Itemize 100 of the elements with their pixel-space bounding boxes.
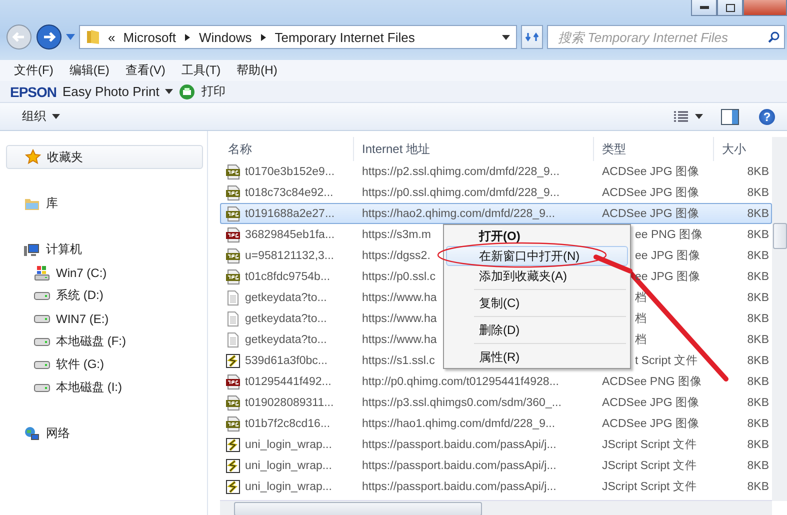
menu-item[interactable]: 工具(T): [173, 62, 229, 79]
breadcrumb[interactable]: Microsoft: [123, 30, 176, 44]
size-text: 8KB: [747, 228, 769, 240]
file-name: t019028089311...: [245, 396, 334, 408]
script-file-icon: [225, 436, 241, 452]
type-text: ee PNG 图像: [635, 229, 704, 241]
view-options-icon[interactable]: [673, 110, 689, 122]
menu-item[interactable]: 查看(V): [117, 62, 174, 79]
image-file-icon: [225, 226, 241, 242]
menu-item[interactable]: 帮助(H): [228, 62, 286, 79]
navigation-item[interactable]: Win7 (C:): [0, 261, 207, 284]
file-name: t01b7f2c8cd16...: [245, 418, 330, 430]
size-text: 8KB: [747, 460, 769, 472]
file-name[interactable]: getkeydata?to...: [245, 292, 327, 304]
file-name[interactable]: t01c8fdc9754b...: [245, 270, 330, 282]
navigation-item[interactable]: 软件 (G:): [0, 353, 207, 376]
image-file-icon: [225, 394, 241, 410]
caret-icon[interactable]: [502, 34, 510, 40]
image-file-icon: [225, 248, 241, 264]
menu-item[interactable]: 在新窗口中打开(N): [446, 246, 628, 266]
drive-icon: [34, 292, 50, 300]
navigation-item[interactable]: 网络: [0, 422, 207, 445]
file-row[interactable]: t01b7f2c8cd16... https://hao1.qhimg.com/dmfd/228_9... ACDSee JPG 图像 8KB: [220, 413, 772, 434]
navigation-item[interactable]: 本地磁盘 (F:): [0, 330, 207, 353]
file-name[interactable]: 539d61a3f0bc...: [245, 354, 328, 366]
column-header[interactable]: 类型: [593, 137, 713, 161]
vertical-scrollbar[interactable]: [772, 137, 787, 501]
column-header[interactable]: 名称: [220, 137, 353, 161]
size-text: 8KB: [747, 396, 769, 408]
folder-icon: [86, 29, 100, 45]
navigation-item[interactable]: 计算机: [0, 238, 207, 261]
refresh-button[interactable]: [521, 25, 543, 49]
printer-icon[interactable]: [179, 84, 196, 100]
maximize-icon: [726, 4, 734, 12]
app-menu[interactable]: Easy Photo Print: [62, 84, 160, 99]
forward-button[interactable]: [36, 24, 62, 50]
menu-item[interactable]: 复制(C): [446, 293, 628, 313]
image-file-icon: [225, 206, 241, 222]
caret-icon[interactable]: [165, 89, 174, 94]
size-text: 8KB: [747, 480, 769, 492]
file-name[interactable]: getkeydata?to...: [245, 312, 327, 324]
search-field[interactable]: 搜索 Temporary Internet Files: [547, 25, 785, 49]
file-row[interactable]: t019028089311... https://p3.ssl.qhimgs0.com/sdm/360_... ACDSee JPG 图像 8KB: [220, 392, 772, 413]
history-dropdown-icon[interactable]: [66, 34, 75, 40]
document-icon: [225, 332, 241, 348]
type-text: 档: [635, 334, 647, 346]
menu-item[interactable]: 文件(F): [6, 62, 62, 79]
file-name[interactable]: 36829845eb1fa...: [245, 228, 335, 240]
url-text: https://p0.ssl.c: [362, 270, 436, 282]
column-header[interactable]: 大小: [713, 137, 770, 161]
maximize-button[interactable]: [717, 0, 743, 16]
breadcrumb[interactable]: Windows: [198, 30, 252, 44]
type-text: 档: [635, 313, 647, 325]
file-row[interactable]: uni_login_wrap... https://passport.baidu.com/passApi/j... JScript Script 文件 8KB: [220, 455, 772, 476]
size-text: 8KB: [747, 166, 769, 178]
navigation-item[interactable]: 系统 (D:): [0, 284, 207, 307]
minimize-icon: [700, 6, 708, 9]
document-icon: [225, 290, 241, 306]
url-text: https://hao1.qhimg.com/dmfd/228_9...: [362, 418, 556, 430]
breadcrumb[interactable]: Temporary Internet Files: [274, 30, 415, 44]
type-text: ACDSee JPG 图像: [602, 208, 700, 220]
navigation-item[interactable]: WIN7 (E:): [0, 307, 207, 330]
file-name[interactable]: u=958121132,3...: [245, 250, 334, 262]
address-bar[interactable]: « Microsoft Windows Temporary Internet Files: [79, 25, 517, 49]
refresh-icon: [525, 31, 539, 43]
file-row[interactable]: t0191688a2e27... https://hao2.qhimg.com/dmfd/228_9... ACDSee JPG 图像 8KB: [220, 203, 772, 224]
drive-icon: [34, 338, 50, 346]
menu-item[interactable]: 删除(D): [446, 320, 628, 340]
size-text: 8KB: [747, 250, 769, 262]
url-text: https://www.ha: [362, 292, 437, 304]
file-row[interactable]: uni_login_wrap... https://passport.baidu.com/passApi/j... JScript Script 文件 8KB: [220, 476, 772, 497]
file-name: t01295441f492...: [245, 376, 332, 388]
url-text: https://p3.ssl.qhimgs0.com/sdm/360_...: [362, 396, 562, 408]
organize-button[interactable]: 组织: [16, 105, 66, 128]
size-text: 8KB: [747, 270, 769, 282]
type-text: t Script 文件: [635, 355, 698, 367]
file-row[interactable]: t01295441f492... http://p0.qhimg.com/t01295441f4928... ACDSee PNG 图像 8KB: [220, 371, 772, 392]
menu-item[interactable]: 添加到收藏夹(A): [446, 266, 628, 286]
print-button[interactable]: 打印: [201, 83, 226, 100]
file-row[interactable]: uni_login_wrap... https://passport.baidu.com/passApi/j... JScript Script 文件 8KB: [220, 434, 772, 455]
column-header[interactable]: Internet 地址: [353, 137, 593, 161]
minimize-button[interactable]: [691, 0, 717, 16]
horizontal-scrollbar[interactable]: [220, 500, 772, 515]
menu-item[interactable]: 编辑(E): [61, 62, 118, 79]
url-text: https://www.ha: [362, 312, 437, 324]
script-file-icon: [225, 352, 241, 368]
file-name[interactable]: getkeydata?to...: [245, 334, 327, 346]
preview-pane-icon[interactable]: [721, 108, 739, 124]
navigation-item[interactable]: 库: [0, 192, 207, 215]
caret-icon[interactable]: [52, 114, 60, 119]
menu-item[interactable]: 属性(R): [446, 347, 628, 367]
help-button[interactable]: ?: [759, 108, 775, 124]
breadcrumb[interactable]: «: [108, 30, 116, 44]
file-row[interactable]: t018c73c84e92... https://p0.ssl.qhimg.com/dmfd/228_9... ACDSee JPG 图像 8KB: [220, 182, 772, 203]
file-name: uni_login_wrap...: [245, 460, 332, 472]
menu-item[interactable]: 打开(O): [446, 226, 628, 246]
caret-icon[interactable]: [695, 114, 703, 119]
file-row[interactable]: t0170e3b152e9... https://p2.ssl.qhimg.com/dmfd/228_9... ACDSee JPG 图像 8KB: [220, 161, 772, 182]
navigation-item[interactable]: 本地磁盘 (I:): [0, 376, 207, 399]
favorites-item[interactable]: 收藏夹: [6, 145, 203, 169]
